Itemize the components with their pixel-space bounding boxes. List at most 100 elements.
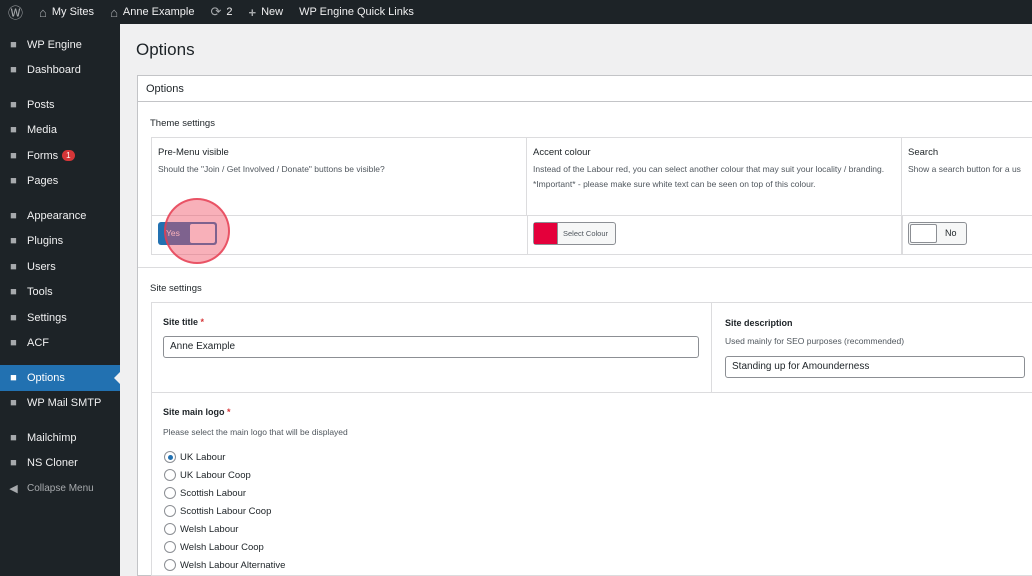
site-description-input[interactable]: Standing up for Amounderness: [725, 356, 1025, 378]
search-field: Search Show a search button for a us: [902, 138, 1032, 215]
click-indicator: [164, 198, 230, 264]
sidebar-item-acf[interactable]: ■ ACF: [0, 331, 120, 357]
sidebar-item-users[interactable]: ■ Users: [0, 254, 120, 280]
my-sites-link[interactable]: ⌂ My Sites: [31, 0, 102, 24]
mailchimp-icon: ■: [10, 431, 17, 444]
sidebar-item-options[interactable]: ■ Options: [0, 365, 120, 391]
sidebar-item-plugins[interactable]: ■ Plugins: [0, 229, 120, 255]
sidebar-item-label: Tools: [27, 286, 53, 299]
sidebar-item-pages[interactable]: ■ Pages: [0, 169, 120, 195]
sidebar-item-label: Media: [27, 124, 57, 137]
sidebar-item-dashboard[interactable]: ■ Dashboard: [0, 58, 120, 84]
plus-icon: +: [248, 4, 257, 20]
site-logo-label: Site main logo: [163, 407, 225, 417]
sidebar-item-label: Dashboard: [27, 64, 81, 77]
site-logo-desc: Please select the main logo that will be…: [163, 427, 348, 437]
radio-button[interactable]: [164, 559, 176, 571]
wrench-icon: ■: [10, 286, 17, 299]
logo-option-label: Welsh Labour Coop: [180, 541, 264, 553]
site-description-label: Site description: [725, 318, 793, 328]
collapse-icon: ◀: [9, 483, 18, 496]
search-desc: Show a search button for a us: [908, 164, 1021, 174]
sidebar-item-posts[interactable]: ■ Posts: [0, 92, 120, 118]
sidebar-item-label: WP Mail SMTP: [27, 397, 102, 410]
sidebar-item-label: Options: [27, 371, 65, 384]
logo-option-label: Scottish Labour Coop: [180, 505, 272, 517]
logo-option[interactable]: Welsh Labour Coop: [164, 538, 285, 556]
sidebar-item-wp-engine[interactable]: ■ WP Engine: [0, 32, 120, 58]
site-label: Anne Example: [122, 6, 195, 18]
updates-count: 2: [226, 6, 233, 18]
radio-button[interactable]: [164, 451, 176, 463]
new-label: New: [261, 6, 284, 18]
required-marker: *: [227, 407, 231, 417]
site-link[interactable]: ⌂ Anne Example: [102, 0, 202, 24]
admin-sidebar: ■ WP Engine ■ Dashboard ■ Posts ■ Media ■ Forms 1 ■…: [0, 24, 120, 576]
sidebar-item-label: Appearance: [27, 209, 87, 222]
premenu-desc: Should the "Join / Get Involved / Donate…: [158, 164, 385, 174]
accent-label: Accent colour: [533, 147, 591, 158]
accent-desc: Instead of the Labour red, you can selec…: [533, 164, 885, 189]
logo-option-label: UK Labour Coop: [180, 469, 251, 481]
toggle-knob: [910, 224, 937, 243]
logo-option[interactable]: UK Labour Coop: [164, 466, 285, 484]
panel-title: Options: [138, 76, 1032, 102]
forms-icon: ■: [10, 149, 17, 162]
brush-icon: ■: [10, 209, 17, 222]
site-title-label: Site title: [163, 317, 199, 327]
logo-option[interactable]: Welsh Labour: [164, 520, 285, 538]
logo-option-label: Scottish Labour: [180, 487, 247, 499]
sidebar-item-ns-cloner[interactable]: ■ NS Cloner: [0, 451, 120, 477]
radio-button[interactable]: [164, 505, 176, 517]
sidebar-item-media[interactable]: ■ Media: [0, 118, 120, 144]
options-panel: Options Theme settings Pre-Menu visible …: [137, 75, 1032, 576]
search-label: Search: [908, 147, 939, 158]
select-colour-button[interactable]: Select Colour: [533, 222, 616, 245]
collapse-label: Collapse Menu: [27, 483, 94, 495]
sidebar-item-settings[interactable]: ■ Settings: [0, 305, 120, 331]
logo-option[interactable]: Welsh Labour Alternative: [164, 556, 285, 574]
sidebar-item-label: ACF: [27, 337, 49, 350]
sidebar-item-wp-mail-smtp[interactable]: ■ WP Mail SMTP: [0, 391, 120, 417]
logo-option[interactable]: Scottish Labour: [164, 484, 285, 502]
mail-icon: ■: [10, 397, 17, 410]
plug-icon: ■: [10, 235, 17, 248]
radio-button[interactable]: [164, 523, 176, 535]
refresh-icon: ⟳: [210, 4, 222, 19]
pin-icon: ■: [10, 98, 17, 111]
sidebar-item-tools[interactable]: ■ Tools: [0, 280, 120, 306]
sidebar-item-label: Forms: [27, 149, 59, 162]
logo-option[interactable]: Scottish Labour Coop: [164, 502, 285, 520]
radio-button[interactable]: [164, 469, 176, 481]
quick-links[interactable]: WP Engine Quick Links: [291, 0, 422, 24]
sites-icon: ⌂: [39, 4, 47, 20]
admin-bar: Ⓦ ⌂ My Sites ⌂ Anne Example ⟳ 2 + New WP Eng…: [0, 0, 1032, 24]
updates-link[interactable]: ⟳ 2: [202, 0, 240, 24]
quick-links-label: WP Engine Quick Links: [299, 6, 414, 18]
sidebar-item-label: Posts: [27, 98, 55, 111]
colour-swatch: [534, 223, 557, 244]
wordpress-logo-button[interactable]: Ⓦ: [0, 0, 31, 24]
gauge-icon: ■: [10, 64, 17, 77]
radio-button[interactable]: [164, 541, 176, 553]
site-settings-table: Site title * Anne Example Site descripti…: [151, 302, 1032, 576]
sidebar-item-appearance[interactable]: ■ Appearance: [0, 203, 120, 229]
my-sites-label: My Sites: [51, 6, 95, 18]
site-title-input[interactable]: Anne Example: [163, 336, 699, 358]
radio-button[interactable]: [164, 487, 176, 499]
sidebar-item-forms[interactable]: ■ Forms 1: [0, 143, 120, 169]
grid-icon: ■: [10, 38, 17, 51]
acf-icon: ■: [10, 337, 17, 350]
page-icon: ■: [10, 175, 17, 188]
search-toggle[interactable]: No: [908, 222, 967, 245]
logo-option-label: Welsh Labour: [180, 523, 239, 535]
gear-icon: ■: [10, 371, 17, 384]
logo-option[interactable]: UK Labour: [164, 448, 285, 466]
logo-radio-group: UK Labour UK Labour Coop Scottish Labour Sc…: [164, 448, 285, 574]
logo-option-label: UK Labour: [180, 451, 226, 463]
search-value: No: [945, 228, 957, 238]
user-icon: ■: [10, 260, 17, 273]
collapse-menu-button[interactable]: ◀ Collapse Menu: [0, 476, 120, 502]
sidebar-item-mailchimp[interactable]: ■ Mailchimp: [0, 425, 120, 451]
new-link[interactable]: + New: [241, 0, 292, 24]
